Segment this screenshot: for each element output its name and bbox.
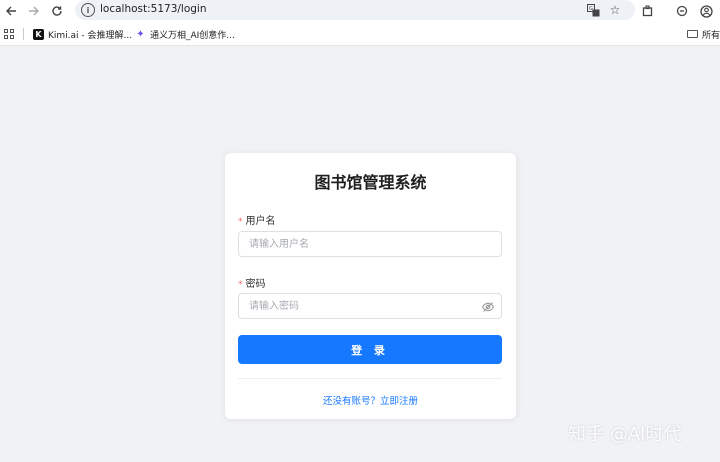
url-text[interactable]: localhost:5173/login xyxy=(100,3,207,15)
password-label-text: 密码 xyxy=(245,279,266,290)
kimi-logo-icon: K xyxy=(33,28,44,40)
bookmark-star-icon[interactable]: ☆ xyxy=(607,2,623,18)
translate-icon[interactable]: G xyxy=(585,2,601,18)
all-bookmarks-label: 所有 xyxy=(702,30,720,41)
required-mark: * xyxy=(238,280,243,290)
reload-icon[interactable] xyxy=(48,2,66,20)
password-input[interactable] xyxy=(238,293,502,319)
card-divider xyxy=(238,378,502,379)
page-title: 图书馆管理系统 xyxy=(314,173,427,192)
back-arrow-icon[interactable] xyxy=(2,2,20,20)
bookmarks-bar: K Kimi.ai - 会推理解... ✦ 通义万相_AI创意作... 所有 xyxy=(0,22,720,46)
site-info-icon[interactable]: i xyxy=(81,3,95,17)
browser-toolbar: i localhost:5173/login G ☆ xyxy=(0,0,720,22)
username-label: * 用户名 xyxy=(238,212,276,227)
bookmark-tongyi[interactable]: ✦ 通义万相_AI创意作... xyxy=(135,26,235,42)
password-label: * 密码 xyxy=(238,275,266,290)
extensions-icon[interactable] xyxy=(639,2,657,20)
bookmarks-divider xyxy=(23,28,24,40)
all-bookmarks-folder[interactable]: 所有 xyxy=(687,26,720,42)
forward-arrow-icon[interactable] xyxy=(25,2,43,20)
folder-icon xyxy=(687,30,698,38)
watermark: 知乎 @AI时代 xyxy=(568,424,682,445)
sync-icon[interactable] xyxy=(673,2,691,20)
eye-hidden-icon[interactable] xyxy=(481,299,495,313)
required-mark: * xyxy=(238,217,243,227)
tongyi-logo-icon: ✦ xyxy=(136,28,145,40)
bookmark-label: Kimi.ai - 会推理解... xyxy=(48,30,133,41)
login-card: 图书馆管理系统 *用户名 *密码 登 录 还没有账号？立即注册 xyxy=(225,153,516,419)
register-link[interactable]: 还没有账号？立即注册 xyxy=(225,393,516,407)
username-input[interactable] xyxy=(238,231,502,257)
address-bar[interactable]: i localhost:5173/login G ☆ xyxy=(75,0,635,20)
apps-grid-icon[interactable] xyxy=(4,29,14,39)
profile-icon[interactable] xyxy=(697,2,715,20)
svg-text:G: G xyxy=(589,6,593,12)
login-button[interactable]: 登 录 xyxy=(238,335,502,364)
username-label-text: 用户名 xyxy=(245,216,276,227)
bookmark-label: 通义万相_AI创意作... xyxy=(150,30,235,41)
bookmark-kimi[interactable]: K Kimi.ai - 会推理解... xyxy=(33,26,132,42)
